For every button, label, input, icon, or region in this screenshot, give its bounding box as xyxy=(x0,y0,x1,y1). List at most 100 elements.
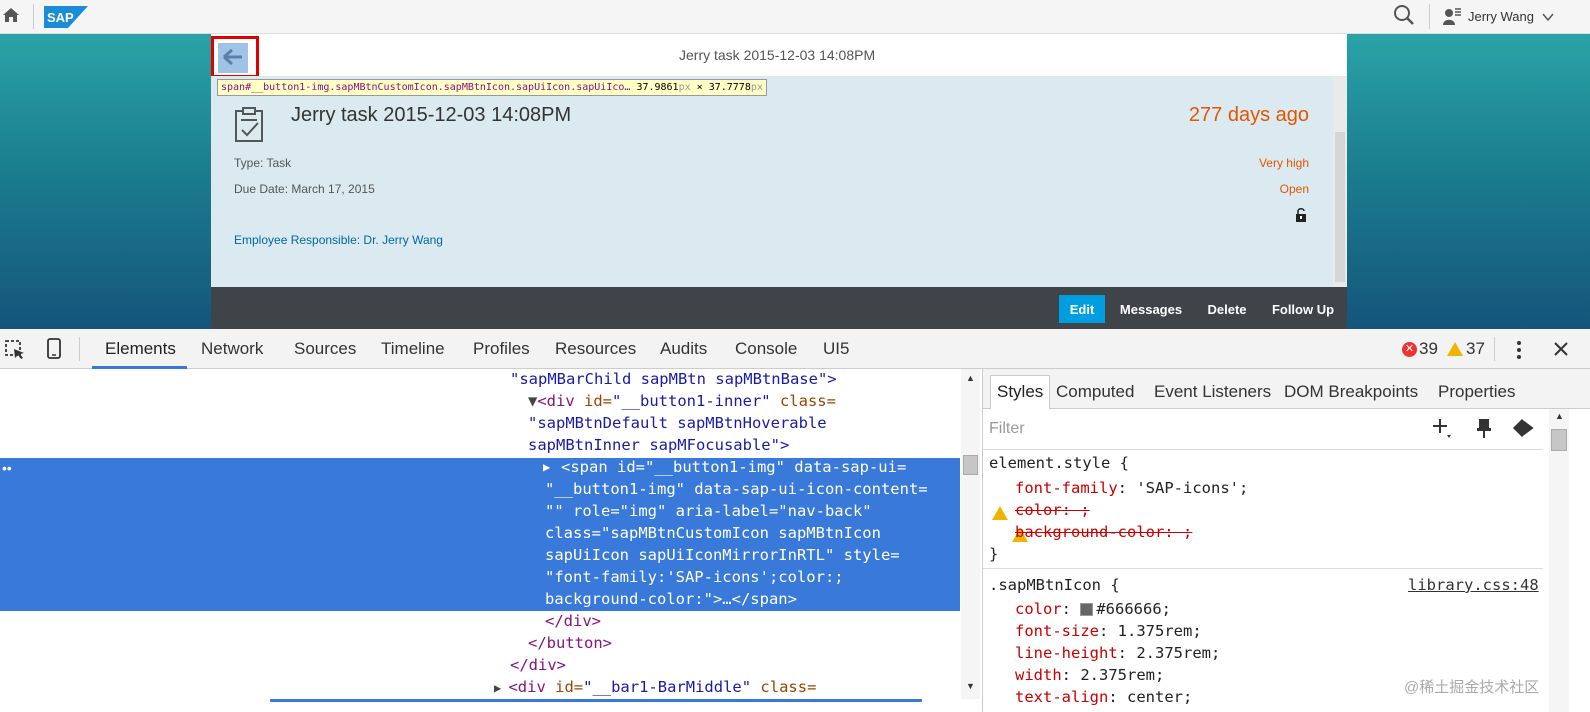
tab-elements[interactable]: Elements xyxy=(105,339,176,359)
rule-source-link[interactable]: library.css:48 xyxy=(1408,574,1539,596)
style-prop-invalid[interactable]: background-color: ; xyxy=(1015,521,1192,543)
style-prop[interactable]: color: #666666; xyxy=(1015,598,1171,620)
status-priority: Very high xyxy=(1258,156,1309,170)
add-rule-icon[interactable] xyxy=(1431,417,1453,439)
home-icon[interactable] xyxy=(2,6,20,24)
inspect-element-icon[interactable] xyxy=(4,339,26,361)
dom-tree[interactable]: •• "sapMBarChild sapMBtn sapMBtnBase"> ▼… xyxy=(0,369,980,712)
color-swatch[interactable] xyxy=(1080,603,1094,616)
footer-toolbar: Edit Messages Delete Follow Up xyxy=(211,287,1347,329)
tab-event-listeners[interactable]: Event Listeners xyxy=(1154,382,1271,402)
object-title: Jerry task 2015-12-03 14:08PM xyxy=(291,104,572,126)
dom-line-selected: "font-family:'SAP-icons';color:; xyxy=(545,568,844,586)
scroll-thumb[interactable] xyxy=(963,455,978,475)
style-prop[interactable]: font-size: 1.375rem; xyxy=(1015,620,1202,642)
delete-button[interactable]: Delete xyxy=(1199,295,1255,323)
error-count-value: 39 xyxy=(1419,339,1438,358)
scroll-up-icon[interactable]: ▲ xyxy=(966,373,975,383)
tab-dom-breakpoints[interactable]: DOM Breakpoints xyxy=(1284,382,1418,402)
header-scrollbar[interactable] xyxy=(1333,76,1347,287)
tab-audits[interactable]: Audits xyxy=(660,339,707,359)
tab-console[interactable]: Console xyxy=(735,339,797,359)
dom-line-selected: "" role="img" aria-label="nav-back" xyxy=(545,502,872,520)
tooltip-height: 37.7778 xyxy=(708,82,751,93)
attr-due-date: Due Date: March 17, 2015 xyxy=(234,182,375,196)
dom-line: </button> xyxy=(528,634,612,652)
nav-back-button[interactable] xyxy=(211,34,261,78)
divider xyxy=(1494,337,1495,361)
dom-line: "sapMBtnDefault sapMBtnHoverable xyxy=(528,414,827,432)
unlock-icon xyxy=(1295,208,1307,222)
error-count[interactable]: ✕ 39 xyxy=(1402,339,1438,359)
scroll-thumb[interactable] xyxy=(1551,429,1567,451)
follow-up-button[interactable]: Follow Up xyxy=(1267,295,1339,323)
warning-count-value: 37 xyxy=(1466,339,1485,358)
dom-line-selected: "__button1-img" data-sap-ui-icon-content… xyxy=(545,480,928,498)
toggle-state-icon[interactable] xyxy=(1510,417,1536,439)
status-open: Open xyxy=(1279,182,1309,196)
dom-line: "sapMBarChild sapMBtn sapMBtnBase"> xyxy=(510,370,837,388)
tab-resources[interactable]: Resources xyxy=(555,339,636,359)
dom-line: </div> xyxy=(510,656,566,674)
style-prop[interactable]: width: 2.375rem; xyxy=(1015,664,1164,686)
search-icon[interactable] xyxy=(1393,4,1415,26)
dom-line-selected: background-color:">…</span> xyxy=(545,590,797,608)
tab-timeline[interactable]: Timeline xyxy=(381,339,445,359)
tab-profiles[interactable]: Profiles xyxy=(473,339,530,359)
messages-button[interactable]: Messages xyxy=(1114,295,1188,323)
tooltip-width: 37.9861 xyxy=(636,82,679,93)
dom-line-selected[interactable]: ▶ <span id="__button1-img" data-sap-ui= xyxy=(543,457,906,479)
tab-sources[interactable]: Sources xyxy=(294,339,356,359)
rule-element-style: element.style { xyxy=(989,454,1129,472)
nav-back-icon xyxy=(222,46,244,68)
close-icon[interactable] xyxy=(1553,341,1569,357)
filter-input[interactable]: Filter xyxy=(989,420,1025,438)
pin-icon[interactable] xyxy=(1475,417,1493,439)
style-prop-invalid[interactable]: color: ; xyxy=(1015,499,1090,521)
error-icon: ✕ xyxy=(1402,341,1417,357)
style-prop[interactable]: font-family: 'SAP-icons'; xyxy=(1015,477,1248,499)
user-icon xyxy=(1442,6,1462,26)
warning-icon xyxy=(992,505,1008,520)
tab-ui5[interactable]: UI5 xyxy=(823,339,849,359)
dom-line-selected: sapUiIcon sapUiIconMirrorInRTL" style= xyxy=(545,546,900,564)
dom-scrollbar[interactable]: ▲ ▼ xyxy=(961,369,980,699)
scroll-down-icon[interactable]: ▼ xyxy=(966,681,975,691)
tooltip-unit: px xyxy=(750,82,763,93)
user-menu[interactable]: Jerry Wang xyxy=(1442,5,1554,27)
tab-computed[interactable]: Computed xyxy=(1056,382,1134,402)
object-header: Jerry task 2015-12-03 14:08PM 277 days a… xyxy=(211,76,1333,287)
task-icon xyxy=(233,106,267,144)
watermark: @稀土掘金技术社区 xyxy=(1404,679,1540,696)
rule-selector: .sapMBtnIcon { xyxy=(989,576,1120,594)
dom-line-selected: class="sapMBtnCustomIcon sapMBtnIcon xyxy=(545,524,881,542)
tab-network[interactable]: Network xyxy=(201,339,263,359)
svg-text:SAP: SAP xyxy=(47,10,74,25)
divider xyxy=(983,449,1543,450)
tab-styles[interactable]: Styles xyxy=(990,375,1051,409)
divider xyxy=(79,337,80,361)
styles-scrollbar[interactable]: ▲ xyxy=(1549,409,1569,712)
ellipsis-marker: •• xyxy=(2,460,12,476)
dom-line: ▼<div id="__button1-inner" class= xyxy=(528,392,836,410)
style-prop[interactable]: line-height: 2.375rem; xyxy=(1015,642,1220,664)
edit-button[interactable]: Edit xyxy=(1059,295,1105,323)
more-options-icon[interactable] xyxy=(1516,340,1522,360)
attr-employee-responsible[interactable]: Employee Responsible: Dr. Jerry Wang xyxy=(234,233,443,247)
styles-pane: Styles Computed Event Listeners DOM Brea… xyxy=(982,369,1590,712)
warning-count[interactable]: 37 xyxy=(1447,339,1485,359)
divider xyxy=(33,4,34,29)
device-mode-icon[interactable] xyxy=(46,338,62,360)
horizontal-scrollbar[interactable] xyxy=(270,699,922,702)
style-prop[interactable]: text-align: center; xyxy=(1015,686,1192,708)
shell-bar: SAP Jerry Wang xyxy=(0,0,1590,34)
dom-line: sapMBtnInner sapMFocusable"> xyxy=(528,436,790,454)
tooltip-times: × xyxy=(690,82,709,93)
app-page: Jerry task 2015-12-03 14:08PM Jerry task… xyxy=(211,34,1347,329)
tab-properties[interactable]: Properties xyxy=(1438,382,1515,402)
divider xyxy=(1429,4,1430,29)
scroll-up-icon[interactable]: ▲ xyxy=(1555,411,1564,421)
attr-type: Type: Task xyxy=(234,156,292,170)
warning-icon xyxy=(1447,342,1463,356)
divider xyxy=(983,568,1543,569)
